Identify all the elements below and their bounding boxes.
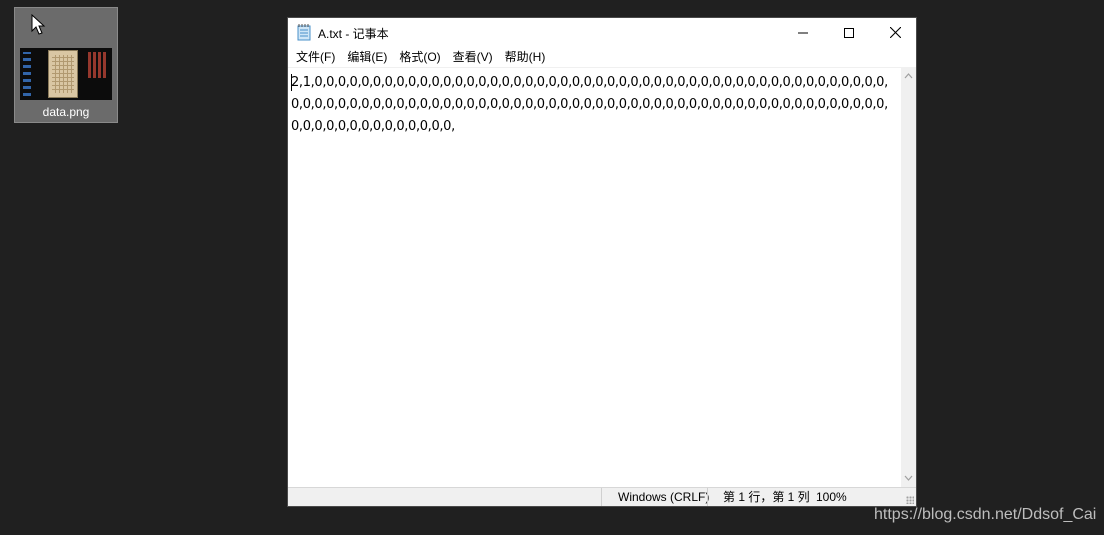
maximize-icon <box>844 27 854 38</box>
menu-bar: 文件(F) 编辑(E) 格式(O) 查看(V) 帮助(H) <box>288 47 916 67</box>
text-caret <box>291 74 292 91</box>
desktop-icon-label: data.png <box>42 105 90 119</box>
editor-content[interactable]: 2,1,0,0,0,0,0,0,0,0,0,0,0,0,0,0,0,0,0,0,… <box>291 72 891 138</box>
menu-view[interactable]: 查看(V) <box>447 47 499 67</box>
watermark: https://blog.csdn.net/Ddsof_Cai <box>874 506 1097 523</box>
status-encoding: Windows (CRLF) <box>601 488 715 506</box>
scroll-up-icon[interactable] <box>904 71 913 81</box>
minimize-icon <box>798 32 808 33</box>
status-zoom: 100% <box>816 490 847 504</box>
vertical-scrollbar[interactable] <box>901 67 916 487</box>
status-cursor-position: 第 1 行，第 1 列 <box>707 488 811 506</box>
image-thumbnail <box>20 48 112 100</box>
window-title: A.txt - 记事本 <box>318 27 389 41</box>
notepad-window: A.txt - 记事本 文件(F) 编辑(E) 格式(O) 查看(V) 帮助(H… <box>287 17 917 507</box>
text-editor[interactable]: 2,1,0,0,0,0,0,0,0,0,0,0,0,0,0,0,0,0,0,0,… <box>288 67 901 487</box>
close-icon <box>889 27 901 38</box>
menu-help[interactable]: 帮助(H) <box>499 47 552 67</box>
notepad-icon <box>297 24 311 41</box>
menu-format[interactable]: 格式(O) <box>393 47 446 67</box>
close-button[interactable] <box>872 18 918 47</box>
desktop-icon-data-png[interactable]: data.png <box>14 7 118 123</box>
menu-edit[interactable]: 编辑(E) <box>341 47 393 67</box>
status-bar: Windows (CRLF) 第 1 行，第 1 列 100% <box>288 487 916 506</box>
menu-file[interactable]: 文件(F) <box>290 47 341 67</box>
maximize-button[interactable] <box>826 18 872 47</box>
resize-grip-icon[interactable] <box>906 496 914 504</box>
mouse-cursor-icon <box>31 14 46 35</box>
scroll-down-icon[interactable] <box>904 473 913 483</box>
title-bar[interactable]: A.txt - 记事本 <box>288 18 916 47</box>
minimize-button[interactable] <box>780 18 826 47</box>
